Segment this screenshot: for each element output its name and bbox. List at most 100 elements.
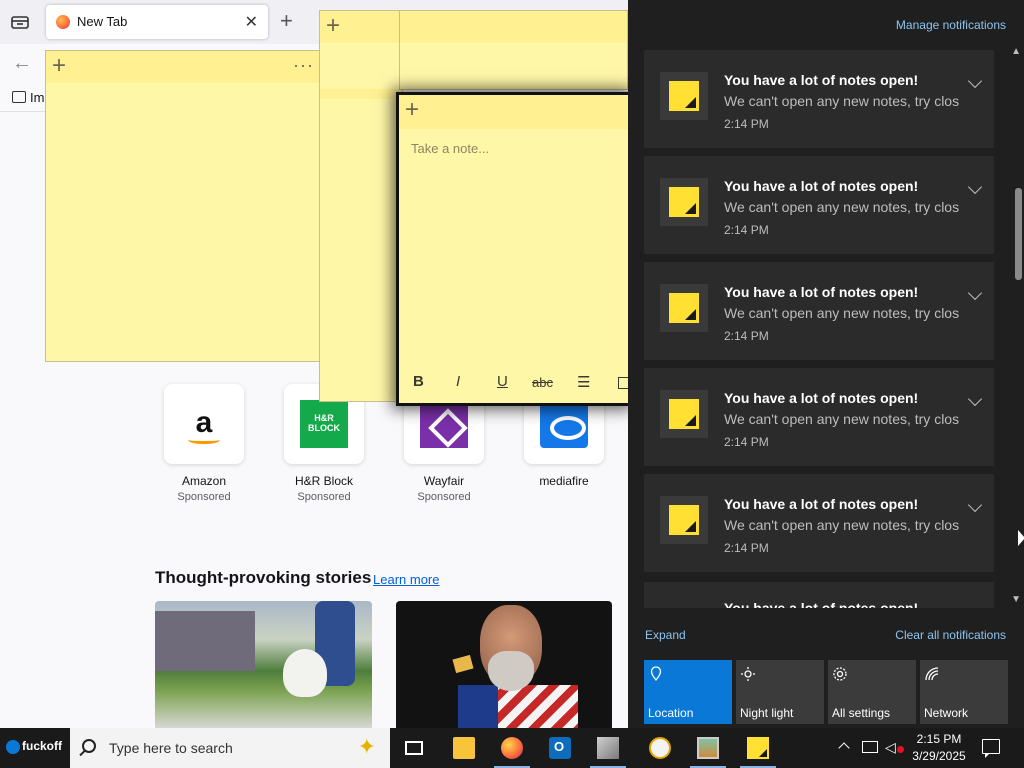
back-arrow-icon[interactable]: ← [12, 52, 32, 75]
note-title-bar[interactable]: + [399, 95, 628, 129]
shortcut-sponsored: Sponsored [417, 491, 471, 503]
notification-toast-partial[interactable]: You have a lot of notes open! [644, 582, 994, 608]
quick-action-network[interactable]: Network [920, 660, 1008, 724]
chevron-down-icon[interactable] [967, 497, 983, 513]
network-tray-icon[interactable] [862, 741, 878, 753]
show-hidden-icons-chevron-icon[interactable] [838, 742, 850, 754]
volume-icon[interactable]: ◁ [885, 739, 896, 756]
notification-time: 2:14 PM [724, 435, 769, 449]
quick-action-night-light[interactable]: Night light [736, 660, 824, 724]
taskbar-monitor-app[interactable] [684, 728, 732, 768]
story-image-beard [488, 651, 534, 691]
sticky-notes-icon [747, 737, 769, 759]
chevron-down-icon[interactable] [967, 73, 983, 89]
start-button[interactable]: fuckoff [0, 728, 70, 768]
add-note-icon[interactable]: + [405, 96, 419, 124]
bold-button[interactable]: B [413, 373, 424, 390]
quick-action-label: Night light [740, 706, 794, 720]
scroll-down-arrow-icon[interactable]: ▼ [1011, 594, 1021, 605]
taskbar-clock-app[interactable] [636, 728, 684, 768]
quick-action-all-settings[interactable]: All settings [828, 660, 916, 724]
folder-icon [453, 737, 475, 759]
note-header-overlap [320, 89, 402, 99]
shortcut-label: H&R Block [294, 474, 353, 488]
note-title-bar[interactable]: + ··· [46, 51, 324, 83]
story-card-image-man[interactable] [396, 601, 612, 728]
chevron-down-icon[interactable] [967, 391, 983, 407]
notification-body: We can't open any new notes, try clos [724, 199, 960, 215]
taskbar-clock-date[interactable]: 3/29/2025 [906, 749, 972, 763]
notification-time: 2:14 PM [724, 223, 769, 237]
story-card-image-dog-walk[interactable] [155, 601, 372, 728]
manage-notifications-link[interactable]: Manage notifications [896, 18, 1006, 32]
underline-button[interactable]: U [497, 373, 508, 390]
scroll-up-arrow-icon[interactable]: ▲ [1011, 46, 1021, 57]
more-options-icon[interactable]: ··· [293, 55, 314, 76]
taskbar-outlook[interactable] [536, 728, 584, 768]
note-title-bar[interactable] [400, 11, 627, 43]
taskbar-file-explorer[interactable] [440, 728, 488, 768]
notification-toast[interactable]: You have a lot of notes open! We can't o… [644, 262, 994, 360]
notification-time: 2:14 PM [724, 117, 769, 131]
amazon-logo: a [195, 406, 213, 439]
scrollbar-thumb[interactable] [1015, 188, 1022, 280]
notification-toast[interactable]: You have a lot of notes open! We can't o… [644, 156, 994, 254]
shortcut-tile[interactable]: a [164, 384, 244, 464]
notification-toast[interactable]: You have a lot of notes open! We can't o… [644, 50, 994, 148]
taskbar-sticky-notes[interactable] [734, 728, 782, 768]
note-title-bar[interactable]: + [320, 11, 402, 43]
wayfair-logo [420, 400, 468, 448]
taskbar-clock-time[interactable]: 2:15 PM [906, 732, 972, 746]
shortcut-sponsored: Sponsored [177, 491, 231, 503]
sticky-note-active[interactable]: + Take a note... B I U abc ☰ [396, 92, 632, 406]
quick-action-label: Location [648, 706, 694, 720]
note-format-toolbar: B I U abc ☰ [399, 363, 632, 403]
sticky-note-window[interactable]: + ··· [45, 50, 325, 362]
expand-link[interactable]: Expand [645, 628, 686, 642]
clock-icon [649, 737, 671, 759]
chevron-down-icon[interactable] [967, 285, 983, 301]
chevron-down-icon[interactable] [967, 179, 983, 195]
notification-title: You have a lot of notes open! [724, 390, 919, 406]
close-tab-icon[interactable]: ✕ [245, 12, 258, 32]
network-icon [925, 667, 939, 681]
bullets-button[interactable]: ☰ [577, 373, 590, 391]
learn-more-link[interactable]: Learn more [373, 572, 439, 587]
taskbar-firefox[interactable] [488, 728, 536, 768]
clear-all-notifications-link[interactable]: Clear all notifications [895, 628, 1006, 642]
add-note-icon[interactable]: + [326, 12, 340, 40]
import-bookmarks-label: Im [30, 90, 45, 105]
tab-new-tab[interactable]: New Tab ✕ [46, 5, 268, 39]
story-image-dog [283, 649, 327, 697]
tabs-list-icon [11, 16, 29, 29]
volume-muted-badge-icon [897, 746, 904, 753]
quick-action-location[interactable]: Location [644, 660, 732, 724]
sticky-notes-icon [669, 81, 699, 111]
taskbar: fuckoff Type here to search ✦ ◁ 2:15 PM … [0, 728, 1024, 768]
task-view-button[interactable] [390, 728, 438, 768]
italic-button[interactable]: I [456, 373, 460, 390]
sticky-note-window[interactable] [399, 10, 628, 90]
notification-title: You have a lot of notes open! [724, 178, 919, 194]
amazon-smile-icon [188, 436, 220, 444]
notification-toast[interactable]: You have a lot of notes open! We can't o… [644, 474, 994, 572]
sticky-note-window[interactable]: + [319, 10, 403, 402]
import-bookmarks-button[interactable]: Im [12, 90, 44, 105]
add-note-icon[interactable]: + [52, 52, 66, 80]
notification-time: 2:14 PM [724, 541, 769, 555]
shortcut-amazon[interactable]: a Amazon Sponsored [164, 384, 244, 503]
notification-center-icon[interactable] [982, 739, 1000, 758]
sticky-notes-app-icon [660, 390, 708, 438]
new-tab-button[interactable]: + [280, 8, 293, 34]
note-text-area[interactable]: Take a note... [411, 141, 489, 156]
taskbar-search-box[interactable]: Type here to search ✦ [70, 728, 390, 768]
gear-icon [833, 667, 847, 681]
sticky-notes-app-icon [660, 72, 708, 120]
strikethrough-button[interactable]: abc [532, 375, 553, 390]
notifications-scrollbar[interactable] [1012, 48, 1024, 608]
location-icon [650, 666, 662, 682]
list-all-tabs-button[interactable] [8, 10, 32, 34]
taskbar-image-app[interactable] [584, 728, 632, 768]
shortcut-sponsored: Sponsored [297, 491, 351, 503]
notification-toast[interactable]: You have a lot of notes open! We can't o… [644, 368, 994, 466]
